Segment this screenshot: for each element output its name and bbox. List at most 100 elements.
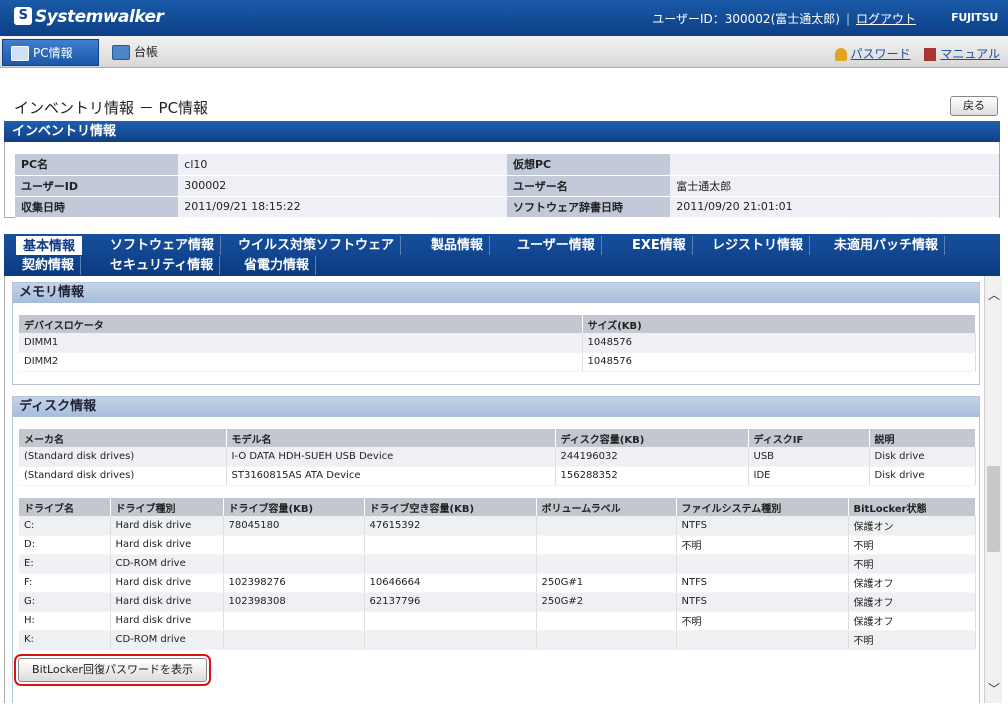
- table-row: (Standard disk drives) ST3160815AS ATA D…: [19, 466, 976, 486]
- cell: H:: [19, 611, 111, 631]
- inventory-header: インベントリ情報: [4, 121, 1000, 142]
- cell: Hard disk drive: [110, 592, 224, 612]
- cell: 不明: [676, 535, 849, 555]
- tab-software-info[interactable]: ソフトウェア情報: [104, 236, 222, 255]
- cell: G:: [19, 592, 111, 612]
- cell: [223, 554, 365, 574]
- user-area: ユーザーID：300002(富士通太郎) | ログアウト: [652, 12, 916, 26]
- table-row: H: Hard disk drive 不明 保護オフ: [19, 611, 976, 631]
- value-collected-at: 2011/09/21 18:15:22: [178, 196, 507, 218]
- col-volume-label: ボリュームラベル: [536, 498, 677, 516]
- header-bar: S Systemwalker ユーザーID：300002(富士通太郎) | ログアウト…: [0, 0, 1008, 36]
- col-drive-name: ドライブ名: [19, 498, 111, 516]
- col-device-locator: デバイスロケータ: [19, 315, 583, 333]
- tab-security-info[interactable]: セキュリティ情報: [104, 256, 221, 275]
- scroll-up-arrow-icon[interactable]: ︿: [985, 288, 1003, 302]
- disk-section-title: ディスク情報: [13, 397, 979, 417]
- menu-tab-ledger[interactable]: 台帳: [104, 39, 174, 66]
- cell: NTFS: [676, 592, 849, 612]
- tab-product-info[interactable]: 製品情報: [425, 236, 491, 255]
- cell: 250G#1: [536, 573, 677, 593]
- drive-table: ドライブ名 ドライブ種別 ドライブ容量(KB) ドライブ空き容量(KB) ボリュ…: [19, 498, 976, 650]
- table-row: F: Hard disk drive 102398276 10646664 250G#1…: [19, 573, 976, 593]
- scroll-down-arrow-icon[interactable]: ﹀: [985, 682, 1003, 696]
- cell: F:: [19, 573, 111, 593]
- table-row: DIMM1 1048576: [19, 333, 976, 353]
- cell: 保護オフ: [848, 573, 976, 593]
- cell: Disk drive: [869, 466, 976, 486]
- cell: [536, 611, 677, 631]
- cell: [364, 630, 537, 650]
- label-user-name: ユーザー名: [506, 175, 671, 197]
- cell: IDE: [748, 466, 870, 486]
- col-size: サイズ(KB): [582, 315, 976, 333]
- tab-user-info[interactable]: ユーザー情報: [511, 236, 602, 255]
- col-drive-type: ドライブ種別: [110, 498, 224, 516]
- cell: [536, 535, 677, 555]
- menu-right-links: パスワード マニュアル: [825, 45, 1000, 62]
- table-row: D: Hard disk drive 不明 不明: [19, 535, 976, 555]
- table-row: E: CD-ROM drive 不明: [19, 554, 976, 574]
- cell: Hard disk drive: [110, 516, 224, 536]
- cell: ST3160815AS ATA Device: [226, 466, 556, 486]
- scroll-thumb[interactable]: [987, 466, 1000, 552]
- tab-unapplied-patch[interactable]: 未適用パッチ情報: [828, 236, 946, 255]
- cell: CD-ROM drive: [110, 630, 224, 650]
- col-maker: メーカ名: [19, 429, 227, 447]
- back-button[interactable]: 戻る: [950, 96, 998, 116]
- tab-exe-info[interactable]: EXE情報: [626, 236, 693, 255]
- logout-link[interactable]: ログアウト: [856, 12, 916, 26]
- password-link[interactable]: パスワード: [851, 47, 911, 61]
- cell: 102398308: [223, 592, 365, 612]
- col-bitlocker: BitLocker状態: [848, 498, 976, 516]
- cell: 不明: [848, 535, 976, 555]
- tab-power-info[interactable]: 省電力情報: [238, 256, 317, 275]
- cell: NTFS: [676, 573, 849, 593]
- menu-tab-pc[interactable]: PC情報: [2, 39, 99, 66]
- inventory-info-box: PC名 cl10 仮想PC ユーザーID 300002 ユーザー名 富士通太郎 …: [4, 142, 1000, 218]
- cell: 不明: [676, 611, 849, 631]
- cell: 47615392: [364, 516, 537, 536]
- col-model: モデル名: [226, 429, 556, 447]
- page-title: インベントリ情報 － PC情報: [14, 99, 209, 117]
- tab-registry-info[interactable]: レジストリ情報: [706, 236, 811, 255]
- tab-basic-info[interactable]: 基本情報: [16, 236, 83, 255]
- col-drive-size: ドライブ容量(KB): [223, 498, 365, 516]
- tab-contract-info[interactable]: 契約情報: [16, 256, 82, 275]
- vertical-scrollbar[interactable]: ︿ ﹀: [984, 276, 1002, 703]
- cell: USB: [748, 447, 870, 467]
- col-description: 説明: [869, 429, 976, 447]
- manual-icon: [924, 48, 937, 61]
- col-disk-size: ディスク容量(KB): [555, 429, 749, 447]
- info-row: PC名 cl10 仮想PC: [15, 154, 999, 176]
- cell: C:: [19, 516, 111, 536]
- systemwalker-logo-icon: S: [14, 7, 32, 25]
- cell: [364, 554, 537, 574]
- value-user-name: 富士通太郎: [670, 175, 999, 197]
- content-scroll-area: メモリ情報 デバイスロケータ サイズ(KB) DIMM1 1048576 DIM…: [4, 276, 984, 703]
- manual-link[interactable]: マニュアル: [940, 47, 1000, 61]
- memory-section: メモリ情報 デバイスロケータ サイズ(KB) DIMM1 1048576 DIM…: [12, 282, 980, 385]
- value-pc-name: cl10: [178, 154, 507, 176]
- disk-section: ディスク情報 メーカ名 モデル名 ディスク容量(KB) ディスクIF 説明 (S…: [12, 396, 980, 703]
- disk-table: メーカ名 モデル名 ディスク容量(KB) ディスクIF 説明 (Standard…: [19, 429, 976, 486]
- cell: D:: [19, 535, 111, 555]
- cell: 不明: [848, 630, 976, 650]
- label-virtual-pc: 仮想PC: [506, 154, 671, 176]
- label-user-id: ユーザーID: [15, 175, 179, 197]
- cell: CD-ROM drive: [110, 554, 224, 574]
- cell: I-O DATA HDH-SUEH USB Device: [226, 447, 556, 467]
- key-icon: [834, 48, 847, 61]
- ledger-icon: [112, 45, 130, 60]
- cell: (Standard disk drives): [19, 447, 227, 467]
- cell: Disk drive: [869, 447, 976, 467]
- table-row: (Standard disk drives) I-O DATA HDH-SUEH…: [19, 447, 976, 467]
- label-pc-name: PC名: [15, 154, 179, 176]
- table-row: DIMM2 1048576: [19, 352, 976, 372]
- col-filesystem: ファイルシステム種別: [676, 498, 849, 516]
- cell: [536, 630, 677, 650]
- tab-antivirus[interactable]: ウイルス対策ソフトウェア: [232, 236, 402, 255]
- show-bitlocker-recovery-password-button[interactable]: BitLocker回復パスワードを表示: [14, 654, 211, 686]
- cell: [676, 554, 849, 574]
- cell: 1048576: [582, 352, 976, 372]
